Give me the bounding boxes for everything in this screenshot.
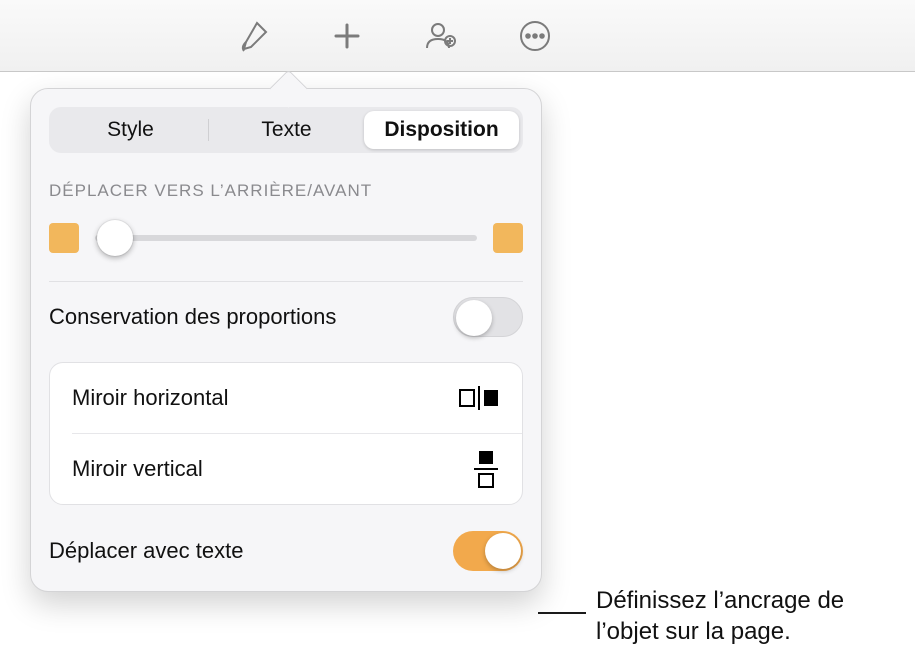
mirror-card: Miroir horizontal Miroir vertical <box>49 362 523 505</box>
constrain-proportions-label: Conservation des proportions <box>49 304 336 330</box>
flip-horizontal-icon <box>458 384 500 412</box>
tab-style-label: Style <box>107 118 154 142</box>
slider-back-box-icon <box>49 223 79 253</box>
toggle-knob <box>485 533 521 569</box>
move-with-text-label: Déplacer avec texte <box>49 538 243 564</box>
tab-text-label: Texte <box>261 118 311 142</box>
arrange-slider-thumb[interactable] <box>97 220 133 256</box>
move-with-text-row: Déplacer avec texte <box>49 521 523 591</box>
tab-style[interactable]: Style <box>53 111 208 149</box>
move-with-text-toggle[interactable] <box>453 531 523 571</box>
flip-vertical-icon <box>472 449 500 489</box>
callout-text: Définissez l’ancrage de l’objet sur la p… <box>596 586 906 647</box>
app-toolbar <box>0 0 915 72</box>
mirror-horizontal-row[interactable]: Miroir horizontal <box>50 363 522 433</box>
tab-text[interactable]: Texte <box>209 111 364 149</box>
constrain-proportions-row: Conservation des proportions <box>49 282 523 352</box>
toggle-knob <box>456 300 492 336</box>
format-inspector-popover: Style Texte Disposition DÉPLACER VERS L’… <box>30 88 542 592</box>
callout-leader-line <box>538 612 586 614</box>
constrain-proportions-toggle[interactable] <box>453 297 523 337</box>
brush-icon[interactable] <box>230 13 276 59</box>
arrange-slider[interactable] <box>95 235 477 241</box>
tab-disposition-label: Disposition <box>384 118 498 142</box>
slider-front-box-icon <box>493 223 523 253</box>
move-back-front-slider-row <box>49 223 523 282</box>
inspector-tabs: Style Texte Disposition <box>49 107 523 153</box>
mirror-vertical-label: Miroir vertical <box>72 456 203 482</box>
mirror-horizontal-label: Miroir horizontal <box>72 385 229 411</box>
collaborate-icon[interactable] <box>418 13 464 59</box>
plus-icon[interactable] <box>324 13 370 59</box>
mirror-vertical-row[interactable]: Miroir vertical <box>50 434 522 504</box>
move-back-front-header: DÉPLACER VERS L’ARRIÈRE/AVANT <box>49 181 523 201</box>
more-icon[interactable] <box>512 13 558 59</box>
tab-disposition[interactable]: Disposition <box>364 111 519 149</box>
